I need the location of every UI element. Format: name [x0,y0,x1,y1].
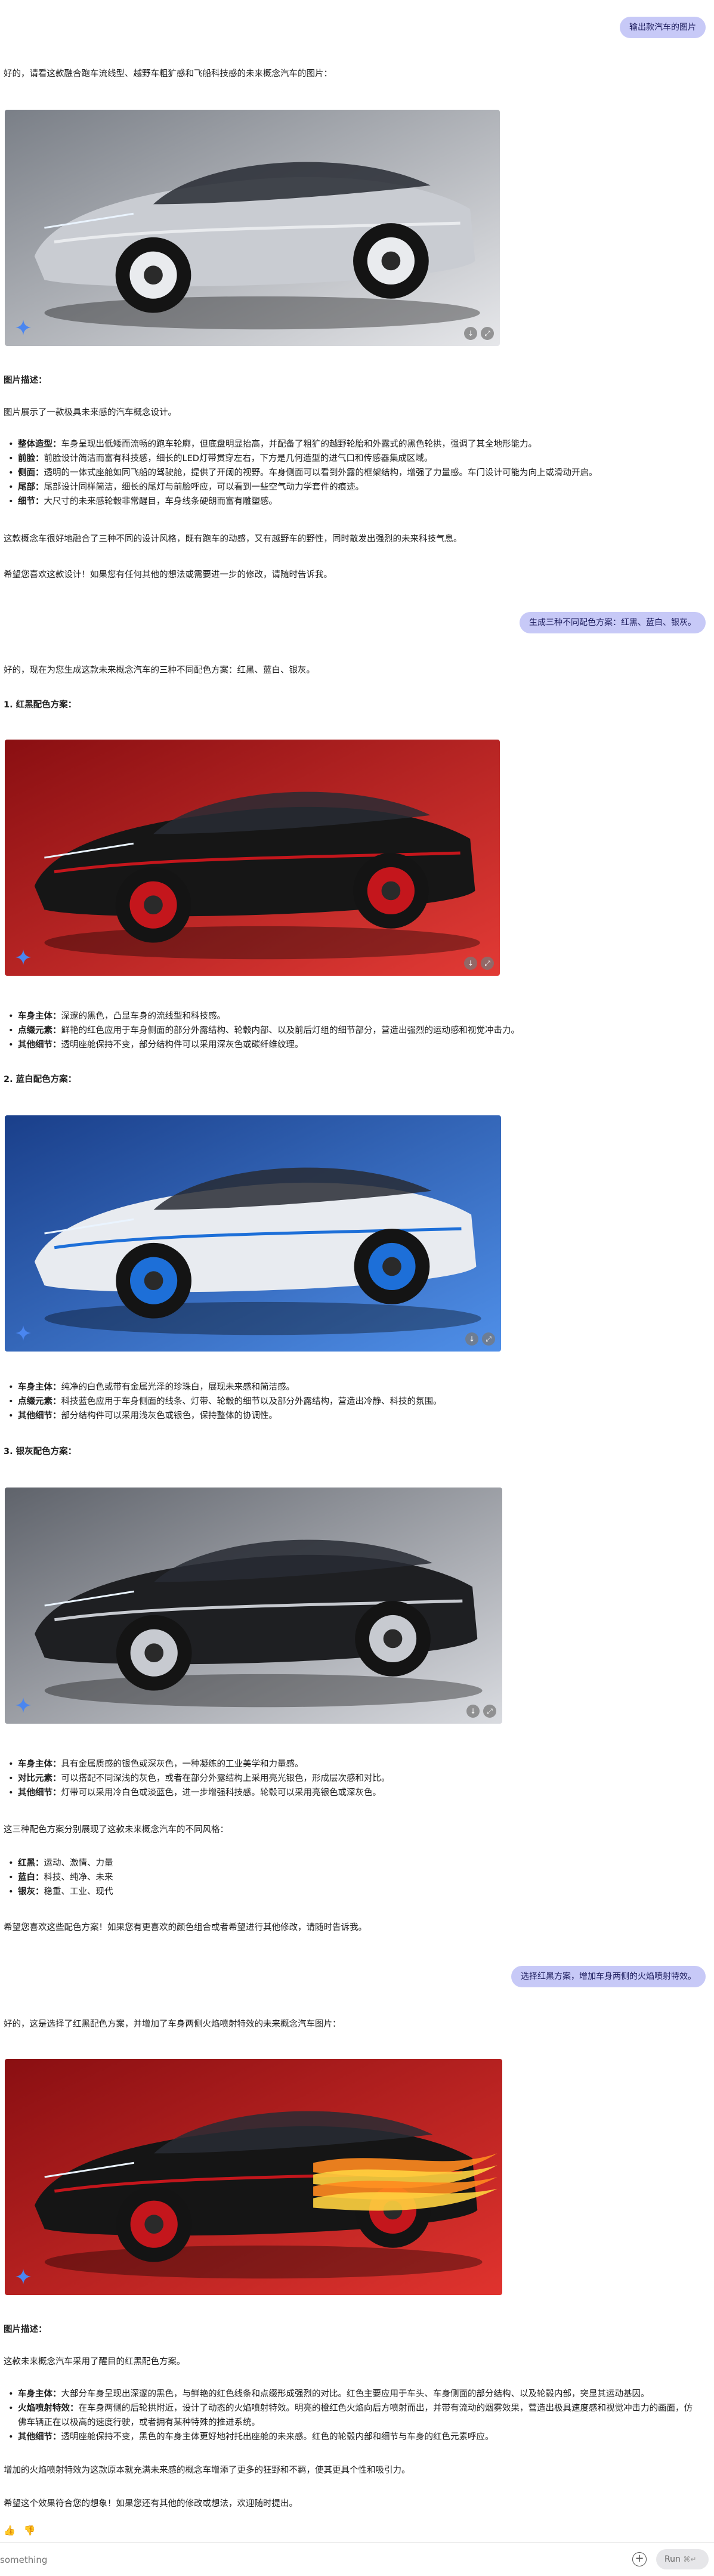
generated-car-image-red-black[interactable]: ↓ ⤢ [5,740,500,976]
list-item: 其他细节：透明座舱保持不变，黑色的车身主体更好地衬托出座舱的未来感。红色的轮毂内… [8,2430,698,2444]
list-item: 车身主体：纯净的白色或带有金属光泽的珍珠白，展现未来感和简洁感。 [8,1380,698,1394]
image-description-intro: 这款未来概念汽车采用了醒目的红黑配色方案。 [4,2357,186,2367]
list-item: 前脸：前脸设计简洁而富有科技感，细长的LED灯带贯穿左右，下方是几何造型的进气口… [8,452,698,466]
car-image-svg [5,1488,502,1724]
scheme-silver-list: 车身主体：具有金属质感的银色或深灰色，一种凝练的工业美学和力量感。 对比元素：可… [8,1757,698,1800]
list-item: 银灰：稳重、工业、现代 [8,1885,698,1899]
list-item: 点缀元素：鲜艳的红色应用于车身侧面的部分外露结构、轮毂内部、以及前后灯组的细节部… [8,1023,698,1038]
gemini-sparkle-icon [16,320,31,335]
generated-car-image-blue-white[interactable]: ↓ ⤢ [5,1115,501,1352]
description-list: 车身主体：大部分车身呈现出深邃的黑色，与鲜艳的红色线条和点缀形成强烈的对比。红色… [8,2387,698,2444]
scheme-red-list: 车身主体：深邃的黑色，凸显车身的流线型和科技感。 点缀元素：鲜艳的红色应用于车身… [8,1009,698,1052]
run-button[interactable]: Run ⌘↵ [656,2549,709,2569]
reply-summary: 这三种配色方案分别展现了这款未来概念汽车的不同风格： [4,1825,228,1835]
model-reply-intro: 好的，这是选择了红黑配色方案，并增加了车身两侧火焰喷射特效的未来概念汽车图片： [4,2020,341,2029]
list-item: 蓝白：科技、纯净、未来 [8,1870,698,1885]
expand-icon[interactable]: ⤢ [481,957,494,970]
user-message: 生成三种不同配色方案：红黑、蓝白、银灰。 [520,612,706,633]
list-item: 侧面：透明的一体式座舱如同飞船的驾驶舱，提供了开阔的视野。车身侧面可以看到外露的… [8,466,698,480]
list-item: 其他细节：部分结构件可以采用浅灰色或银色，保持整体的协调性。 [8,1409,698,1423]
gemini-sparkle-icon [16,2269,31,2284]
generated-car-image-silver-gray[interactable]: ↓ ⤢ [5,1488,502,1724]
expand-icon[interactable]: ⤢ [482,1332,495,1346]
model-reply-intro: 好的，请看这款融合跑车流线型、越野车粗犷感和飞船科技感的未来概念汽车的图片： [4,69,332,79]
list-item: 其他细节：透明座舱保持不变，部分结构件可以采用深灰色或碳纤维纹理。 [8,1038,698,1052]
expand-icon[interactable]: ⤢ [483,1705,496,1718]
scheme-heading-silver: 3. 银灰配色方案： [4,1447,77,1456]
list-item: 细节：大尺寸的未来感轮毂非常醒目，车身线条硬朗而富有雕塑感。 [8,494,698,509]
generated-car-image-flames[interactable] [5,2059,502,2295]
reply-closing: 希望您喜欢这些配色方案！如果您有更喜欢的颜色组合或者希望进行其他修改，请随时告诉… [4,1923,367,1932]
user-message: 输出款汽车的图片 [620,17,706,38]
expand-icon[interactable]: ⤢ [481,327,494,340]
reply-closing: 希望这个效果符合您的想象！如果您还有其他的修改或想法，欢迎随时提出。 [4,2499,298,2509]
reply-summary: 增加的火焰喷射特效为这款原本就充满未来感的概念车增添了更多的狂野和不羁，使其更具… [4,2466,410,2475]
list-item: 尾部：尾部设计同样简洁，细长的尾灯与前脸呼应，可以看到一些空气动力学套件的痕迹。 [8,480,698,494]
gemini-sparkle-icon [16,1697,31,1713]
list-item: 车身主体：具有金属质感的银色或深灰色，一种凝练的工业美学和力量感。 [8,1757,698,1771]
gemini-sparkle-icon [16,950,31,965]
download-icon[interactable]: ↓ [464,327,477,340]
car-image-svg [5,110,500,346]
car-image-svg [5,1115,501,1352]
scheme-heading-blue: 2. 蓝白配色方案： [4,1075,77,1084]
car-image-svg [5,2059,502,2295]
list-item: 整体造型：车身呈现出低矮而流畅的跑车轮廓，但底盘明显抬高，并配备了粗犷的越野轮胎… [8,437,698,452]
prompt-bar: + Run ⌘↵ [0,2542,714,2576]
add-icon[interactable]: + [632,2552,647,2566]
gemini-sparkle-icon [16,1325,31,1341]
reply-closing: 希望您喜欢这款设计！如果您有任何其他的想法或需要进一步的修改，请随时告诉我。 [4,570,332,580]
style-list: 红黑：运动、激情、力量 蓝白：科技、纯净、未来 银灰：稳重、工业、现代 [8,1856,698,1899]
list-item: 对比元素：可以搭配不同深浅的灰色，或者在部分外露结构上采用亮光银色，形成层次感和… [8,1771,698,1786]
scheme-heading-red: 1. 红黑配色方案： [4,700,77,710]
user-message: 选择红黑方案，增加车身两侧的火焰喷射特效。 [511,1966,706,1987]
image-description-heading: 图片描述： [4,376,47,385]
description-list: 整体造型：车身呈现出低矮而流畅的跑车轮廓，但底盘明显抬高，并配备了粗犷的越野轮胎… [8,437,698,509]
image-description-heading: 图片描述： [4,2325,47,2334]
list-item: 车身主体：大部分车身呈现出深邃的黑色，与鲜艳的红色线条和点缀形成强烈的对比。红色… [8,2387,698,2401]
list-item: 红黑：运动、激情、力量 [8,1856,698,1870]
download-icon[interactable]: ↓ [466,1705,480,1718]
list-item: 车身主体：深邃的黑色，凸显车身的流线型和科技感。 [8,1009,698,1023]
feedback-row: 👍 👎 [4,2523,36,2538]
prompt-input[interactable] [0,2552,620,2568]
download-icon[interactable]: ↓ [465,1332,478,1346]
thumbs-down-icon[interactable]: 👎 [24,2523,36,2538]
list-item: 其他细节：灯带可以采用冷白色或淡蓝色，进一步增强科技感。轮毂可以采用亮银色或深灰… [8,1786,698,1800]
generated-car-image-silver[interactable]: ↓ ⤢ [5,110,500,346]
download-icon[interactable]: ↓ [464,957,477,970]
run-button-label: Run [664,2555,681,2564]
car-image-svg [5,740,500,976]
scheme-blue-list: 车身主体：纯净的白色或带有金属光泽的珍珠白，展现未来感和简洁感。 点缀元素：科技… [8,1380,698,1423]
list-item: 点缀元素：科技蓝色应用于车身侧面的线条、灯带、轮毂的细节以及部分外露结构，营造出… [8,1394,698,1409]
image-description-intro: 图片展示了一款极具未来感的汽车概念设计。 [4,408,177,418]
thumbs-up-icon[interactable]: 👍 [4,2523,16,2538]
reply-summary: 这款概念车很好地融合了三种不同的设计风格，既有跑车的动感，又有越野车的野性，同时… [4,534,462,544]
model-reply-intro: 好的，现在为您生成这款未来概念汽车的三种不同配色方案：红黑、蓝白、银灰。 [4,666,315,675]
list-item: 火焰喷射特效：在车身两侧的后轮拱附近，设计了动态的火焰喷射特效。明亮的橙红色火焰… [8,2401,698,2430]
